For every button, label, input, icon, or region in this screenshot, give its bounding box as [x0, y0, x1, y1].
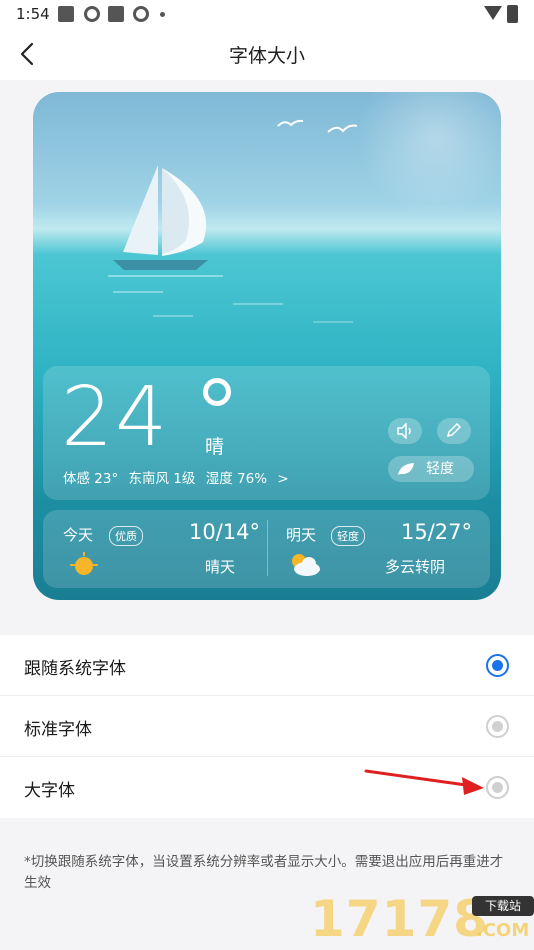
feels-like: 体感 23° [63, 471, 119, 487]
weather-details: 体感 23° 东南风 1级 湿度 76% > [63, 467, 295, 487]
forecast-divider [267, 520, 268, 576]
forecast-air-badge: 优质 [109, 526, 143, 546]
forecast-air-badge: 轻度 [331, 526, 365, 546]
weather-preview-card: 24 晴 体感 23° 东南风 1级 湿度 76% > 轻度 今天 优质 10/… [33, 92, 501, 600]
site-watermark: 17178 下载站 .COM [310, 890, 534, 950]
wifi-icon [484, 6, 502, 20]
speaker-icon [397, 423, 411, 439]
sailboat-illustration [108, 165, 223, 277]
wind: 东南风 1级 [128, 471, 196, 487]
sunny-icon [70, 552, 98, 575]
forecast-temperature: 10/14° [189, 520, 261, 544]
option-label: 跟随系统字体 [24, 659, 126, 679]
option-label: 标准字体 [24, 720, 92, 740]
status-time: 1:54 [16, 5, 50, 23]
air-quality-label: 轻度 [426, 461, 454, 477]
forecast-temperature: 15/27° [401, 520, 473, 544]
humidity: 湿度 76% [205, 471, 268, 487]
forecast-panel: 今天 优质 10/14° 晴天 明天 轻度 15/27° 多云转阴 [43, 510, 490, 588]
status-bar: 1:54 [0, 0, 534, 28]
forecast-day: 今天 [63, 526, 94, 544]
current-weather-panel: 24 晴 体感 23° 东南风 1级 湿度 76% > 轻度 [43, 366, 490, 500]
air-quality-badge[interactable]: 轻度 [388, 456, 474, 482]
more-notifications-icon [160, 12, 165, 17]
cloudy-icon [292, 554, 320, 576]
edit-button[interactable] [437, 418, 471, 444]
font-preview-area: 24 晴 体感 23° 东南风 1级 湿度 76% > 轻度 今天 优质 10/… [0, 80, 534, 620]
leaf-icon [398, 463, 414, 475]
notification-icon [108, 6, 124, 22]
more-details-arrow: > [277, 471, 289, 487]
option-follow-system-font[interactable]: 跟随系统字体 [0, 635, 534, 696]
birds-illustration [277, 119, 358, 133]
font-setting-note: *切换跟随系统字体，当设置系统分辨率或者显示大小。需要退出应用后再重进才生效 [24, 854, 504, 891]
option-standard-font[interactable]: 标准字体 [0, 696, 534, 757]
forecast-condition: 晴天 [205, 558, 236, 576]
notification-icon [58, 6, 74, 22]
sync-icon [84, 6, 100, 22]
sync-icon [133, 6, 149, 22]
watermark-number: 17178 [310, 890, 489, 948]
degree-symbol [203, 378, 231, 406]
forecast-day: 明天 [286, 526, 317, 544]
title-bar: 字体大小 [0, 28, 534, 80]
water-ripples [113, 291, 353, 323]
current-temperature: 24 [61, 370, 170, 465]
annotation-arrow [364, 769, 484, 795]
battery-icon [507, 5, 518, 23]
radio-button-selected[interactable] [486, 654, 509, 677]
page-title: 字体大小 [228, 45, 305, 67]
radio-button[interactable] [486, 715, 509, 738]
voice-broadcast-button[interactable] [388, 418, 422, 444]
option-label: 大字体 [24, 781, 75, 801]
pencil-icon [446, 423, 462, 438]
current-condition: 晴 [205, 436, 225, 458]
forecast-condition: 多云转阴 [385, 558, 446, 576]
watermark-tag: 下载站 [472, 896, 534, 916]
watermark-suffix: .COM [476, 920, 530, 941]
